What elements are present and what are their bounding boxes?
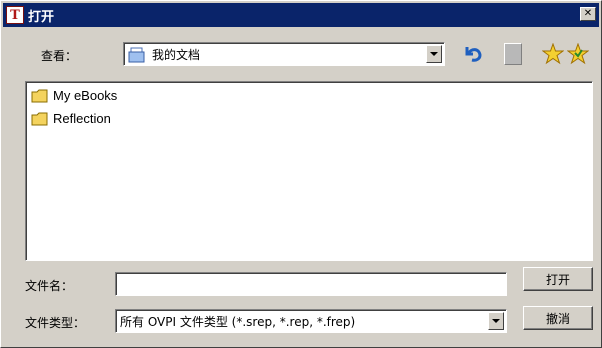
star-icon bbox=[567, 43, 589, 65]
look-in-value: 我的文档 bbox=[152, 48, 201, 62]
filename-input[interactable] bbox=[115, 272, 507, 296]
close-icon: ✕ bbox=[583, 8, 593, 19]
filetype-label: 文件类型： bbox=[25, 316, 86, 330]
look-in-dropdown-button[interactable] bbox=[426, 45, 442, 63]
look-in-label: 查看： bbox=[41, 49, 78, 63]
chevron-down-icon bbox=[430, 52, 438, 56]
open-button-label: 打开 bbox=[545, 272, 570, 287]
folder-icon bbox=[31, 89, 48, 102]
filetype-value: 所有 OVPI 文件类型 (*.srep, *.rep, *.frep) bbox=[120, 315, 356, 329]
open-button[interactable]: 打开 bbox=[523, 267, 593, 291]
file-name: Reflection bbox=[53, 111, 111, 126]
back-arrow-icon bbox=[465, 47, 482, 62]
filetype-combobox[interactable]: 所有 OVPI 文件类型 (*.srep, *.rep, *.frep) bbox=[115, 309, 507, 333]
look-in-combobox[interactable]: 我的文档 bbox=[123, 42, 445, 66]
cancel-button-label: 撤消 bbox=[545, 311, 570, 326]
app-icon: T bbox=[6, 6, 24, 24]
open-file-dialog: T 打开 ✕ 查看： 我的文档 My eBooks Reflection 文件名… bbox=[0, 0, 602, 348]
view-menu-button[interactable] bbox=[566, 42, 590, 66]
up-folder-button[interactable] bbox=[501, 42, 525, 66]
list-item[interactable]: My eBooks bbox=[31, 88, 117, 103]
back-button[interactable] bbox=[461, 42, 485, 66]
dialog-title: 打开 bbox=[28, 9, 55, 25]
file-list[interactable]: My eBooks Reflection bbox=[25, 81, 593, 261]
new-folder-button[interactable] bbox=[541, 42, 565, 66]
close-button[interactable]: ✕ bbox=[580, 7, 596, 21]
cancel-button[interactable]: 撤消 bbox=[523, 306, 593, 330]
my-documents-icon bbox=[128, 47, 145, 62]
star-icon bbox=[542, 43, 564, 65]
title-bar[interactable]: T 打开 ✕ bbox=[3, 3, 599, 27]
up-folder-icon bbox=[504, 43, 522, 65]
filename-label: 文件名： bbox=[25, 279, 74, 293]
list-item[interactable]: Reflection bbox=[31, 111, 111, 126]
folder-icon bbox=[31, 112, 48, 125]
file-name: My eBooks bbox=[53, 88, 118, 103]
chevron-down-icon bbox=[492, 319, 500, 323]
filetype-dropdown-button[interactable] bbox=[488, 312, 504, 330]
